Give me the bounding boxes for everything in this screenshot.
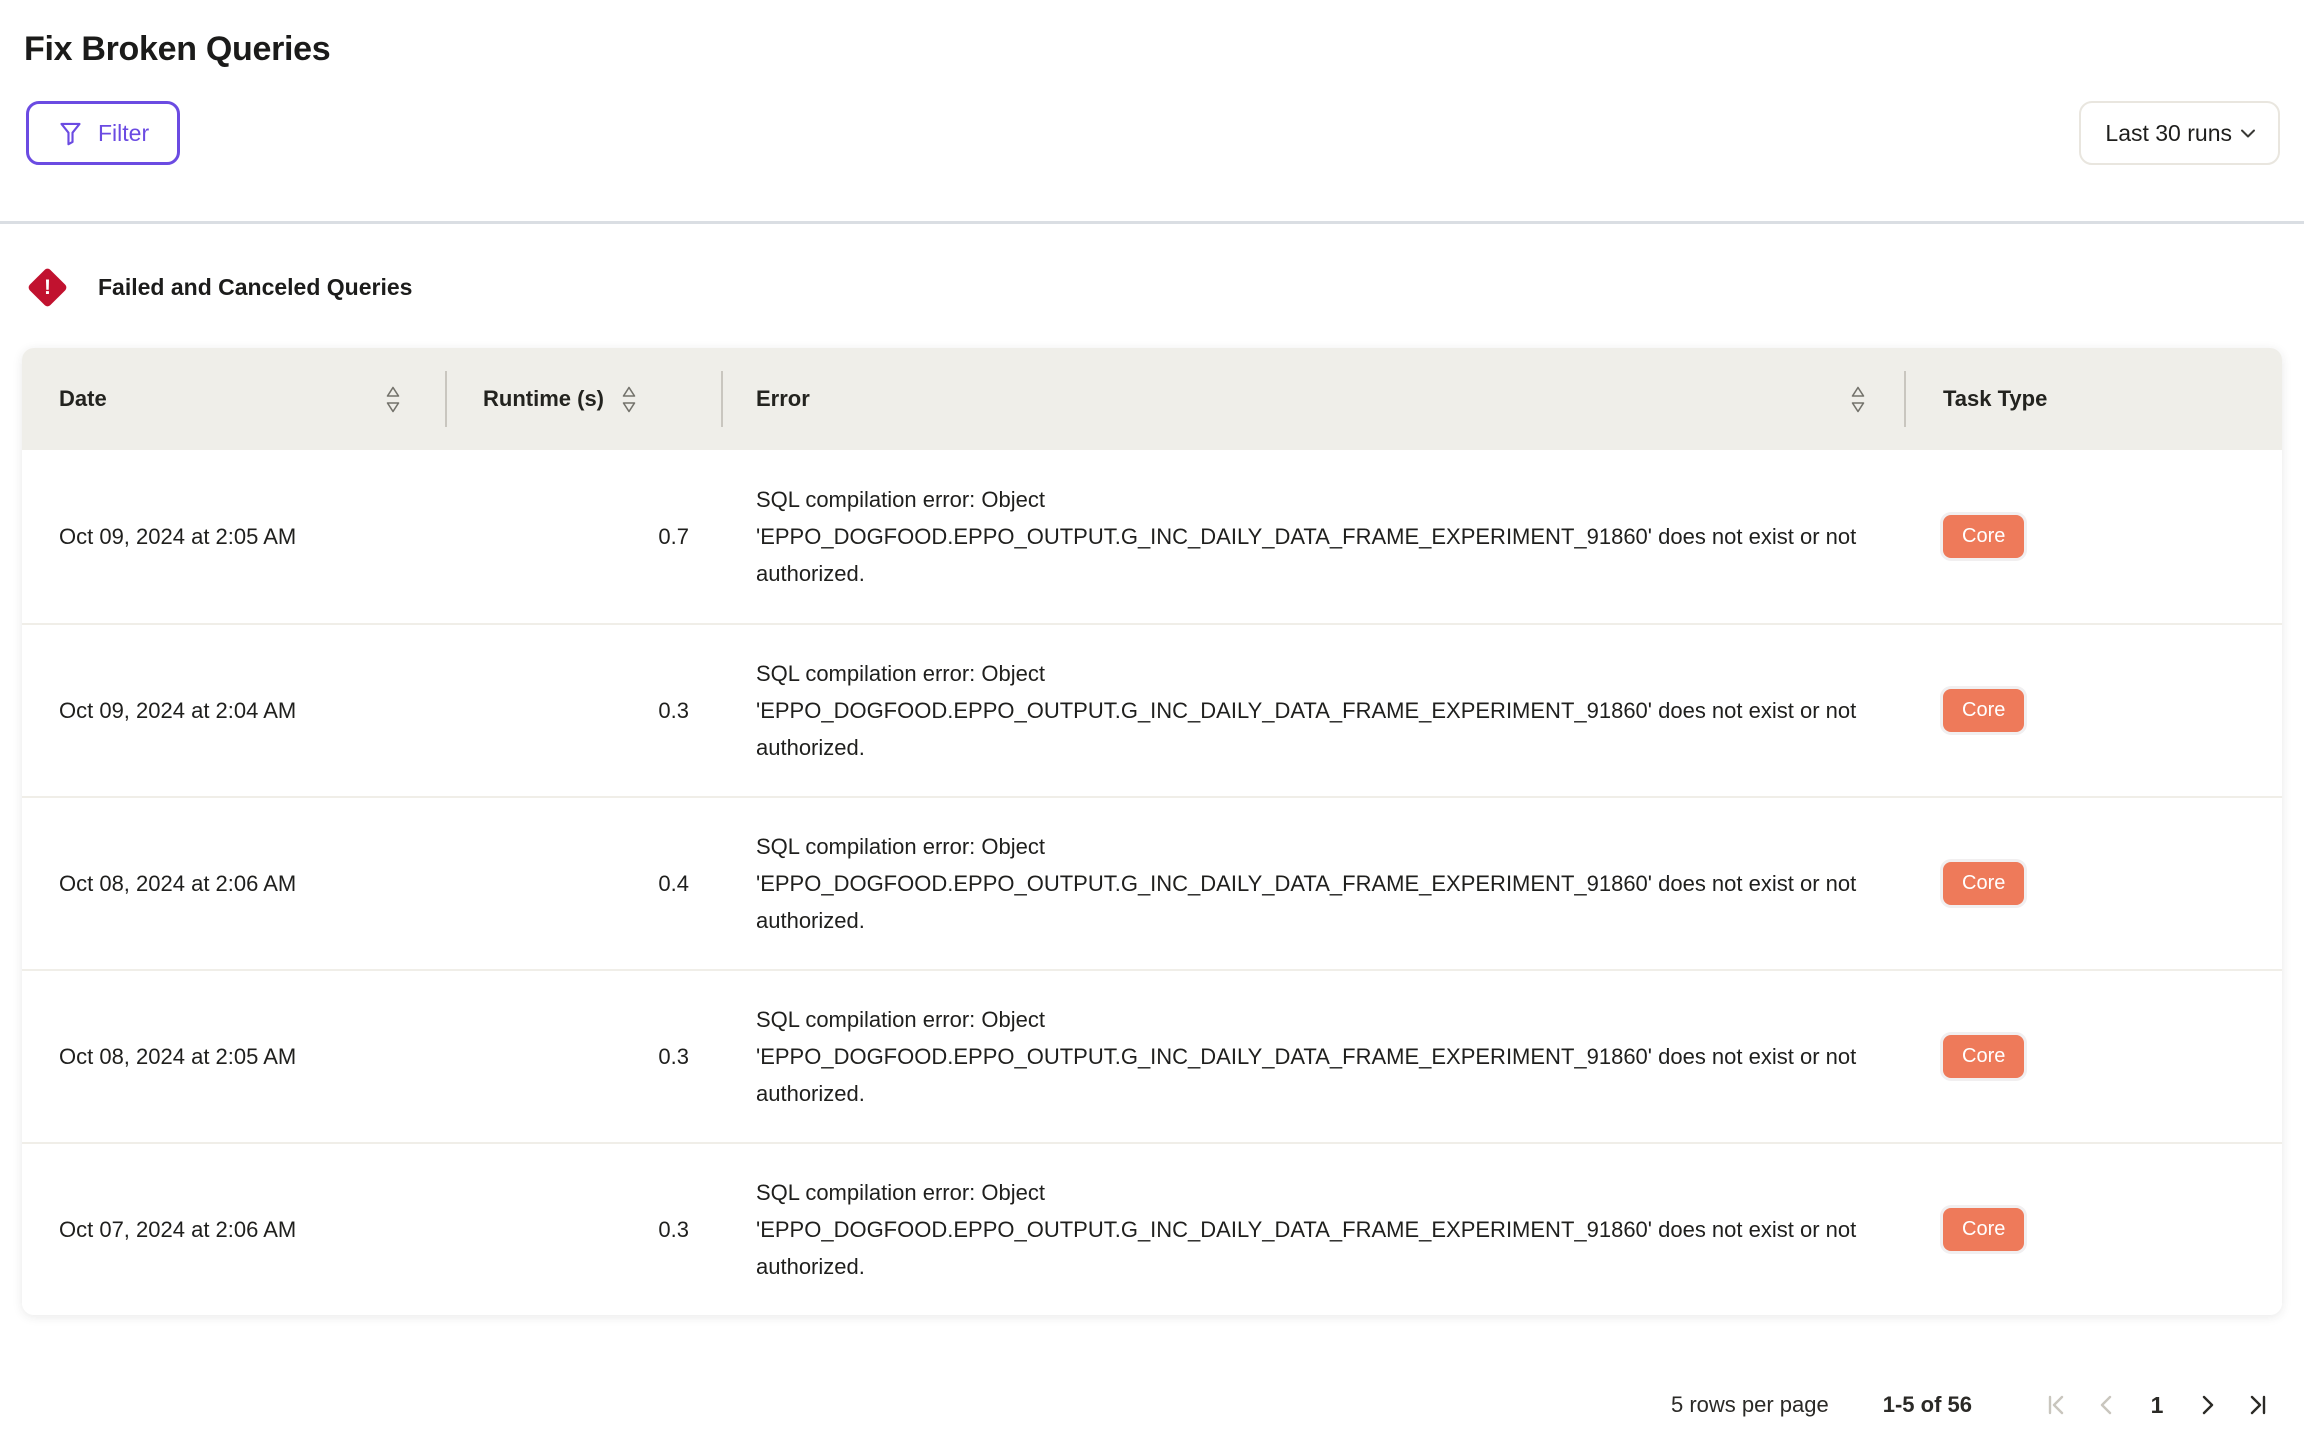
cell-error: SQL compilation error: Object 'EPPO_DOGF… xyxy=(723,971,1906,1142)
error-text: SQL compilation error: Object 'EPPO_DOGF… xyxy=(756,1001,1858,1112)
column-header-runtime-label: Runtime (s) xyxy=(483,386,604,412)
table-row[interactable]: Oct 09, 2024 at 2:05 AM 0.7 SQL compilat… xyxy=(22,450,2282,623)
section-title: Failed and Canceled Queries xyxy=(98,274,412,301)
task-type-badge: Core xyxy=(1943,689,2024,732)
error-text: SQL compilation error: Object 'EPPO_DOGF… xyxy=(756,481,1858,592)
cell-task-type: Core xyxy=(1906,1144,2282,1315)
cell-runtime: 0.3 xyxy=(447,971,723,1142)
cell-runtime: 0.7 xyxy=(447,450,723,623)
filter-button-label: Filter xyxy=(98,120,149,147)
sort-arrows-icon[interactable] xyxy=(385,385,401,414)
cell-runtime: 0.4 xyxy=(447,798,723,969)
column-header-error[interactable]: Error xyxy=(723,348,1906,450)
next-page-icon[interactable] xyxy=(2186,1384,2228,1426)
column-header-task-type: Task Type xyxy=(1906,348,2282,450)
cell-task-type: Core xyxy=(1906,971,2282,1142)
pagination-range-label: 1-5 of 56 xyxy=(1883,1392,1972,1418)
first-page-icon[interactable] xyxy=(2036,1384,2078,1426)
error-text: SQL compilation error: Object 'EPPO_DOGF… xyxy=(756,655,1858,766)
column-header-error-label: Error xyxy=(756,386,810,412)
column-header-date[interactable]: Date xyxy=(22,348,447,450)
sort-arrows-icon[interactable] xyxy=(1850,385,1866,414)
cell-error: SQL compilation error: Object 'EPPO_DOGF… xyxy=(723,450,1906,623)
cell-runtime: 0.3 xyxy=(447,625,723,796)
sort-arrows-icon[interactable] xyxy=(621,385,637,414)
run-range-value: Last 30 runs xyxy=(2105,120,2232,147)
funnel-icon xyxy=(57,120,84,147)
alert-diamond-icon: ! xyxy=(24,264,70,310)
column-header-task-type-label: Task Type xyxy=(1943,386,2047,412)
current-page-number: 1 xyxy=(2151,1392,2164,1419)
task-type-badge: Core xyxy=(1943,862,2024,905)
cell-date: Oct 07, 2024 at 2:06 AM xyxy=(22,1144,447,1315)
section-header: ! Failed and Canceled Queries xyxy=(24,264,2304,310)
cell-runtime: 0.3 xyxy=(447,1144,723,1315)
cell-error: SQL compilation error: Object 'EPPO_DOGF… xyxy=(723,798,1906,969)
cell-date: Oct 08, 2024 at 2:06 AM xyxy=(22,798,447,969)
cell-date: Oct 08, 2024 at 2:05 AM xyxy=(22,971,447,1142)
rows-per-page-label: 5 rows per page xyxy=(1671,1392,1829,1418)
task-type-badge: Core xyxy=(1943,515,2024,558)
column-header-runtime[interactable]: Runtime (s) xyxy=(447,348,723,450)
previous-page-icon[interactable] xyxy=(2086,1384,2128,1426)
task-type-badge: Core xyxy=(1943,1208,2024,1251)
cell-task-type: Core xyxy=(1906,450,2282,623)
toolbar: Filter Last 30 runs xyxy=(26,101,2280,165)
cell-task-type: Core xyxy=(1906,798,2282,969)
error-text: SQL compilation error: Object 'EPPO_DOGF… xyxy=(756,828,1858,939)
filter-button[interactable]: Filter xyxy=(26,101,180,165)
cell-date: Oct 09, 2024 at 2:05 AM xyxy=(22,450,447,623)
table-row[interactable]: Oct 07, 2024 at 2:06 AM 0.3 SQL compilat… xyxy=(22,1142,2282,1315)
cell-date: Oct 09, 2024 at 2:04 AM xyxy=(22,625,447,796)
current-page-button[interactable]: 1 xyxy=(2136,1384,2178,1426)
table-header-row: Date Runtime (s) Error xyxy=(22,348,2282,450)
table-row[interactable]: Oct 09, 2024 at 2:04 AM 0.3 SQL compilat… xyxy=(22,623,2282,796)
page-divider xyxy=(0,221,2304,224)
cell-error: SQL compilation error: Object 'EPPO_DOGF… xyxy=(723,625,1906,796)
chevron-down-icon xyxy=(2236,121,2260,145)
table-row[interactable]: Oct 08, 2024 at 2:06 AM 0.4 SQL compilat… xyxy=(22,796,2282,969)
column-header-date-label: Date xyxy=(59,386,107,412)
cell-task-type: Core xyxy=(1906,625,2282,796)
cell-error: SQL compilation error: Object 'EPPO_DOGF… xyxy=(723,1144,1906,1315)
failed-queries-table: Date Runtime (s) Error xyxy=(22,348,2282,1315)
error-text: SQL compilation error: Object 'EPPO_DOGF… xyxy=(756,1174,1858,1285)
task-type-badge: Core xyxy=(1943,1035,2024,1078)
table-row[interactable]: Oct 08, 2024 at 2:05 AM 0.3 SQL compilat… xyxy=(22,969,2282,1142)
last-page-icon[interactable] xyxy=(2236,1384,2278,1426)
run-range-select[interactable]: Last 30 runs xyxy=(2079,101,2280,165)
pagination-bar: 5 rows per page 1-5 of 56 1 xyxy=(0,1383,2278,1427)
page-title: Fix Broken Queries xyxy=(24,30,2304,69)
